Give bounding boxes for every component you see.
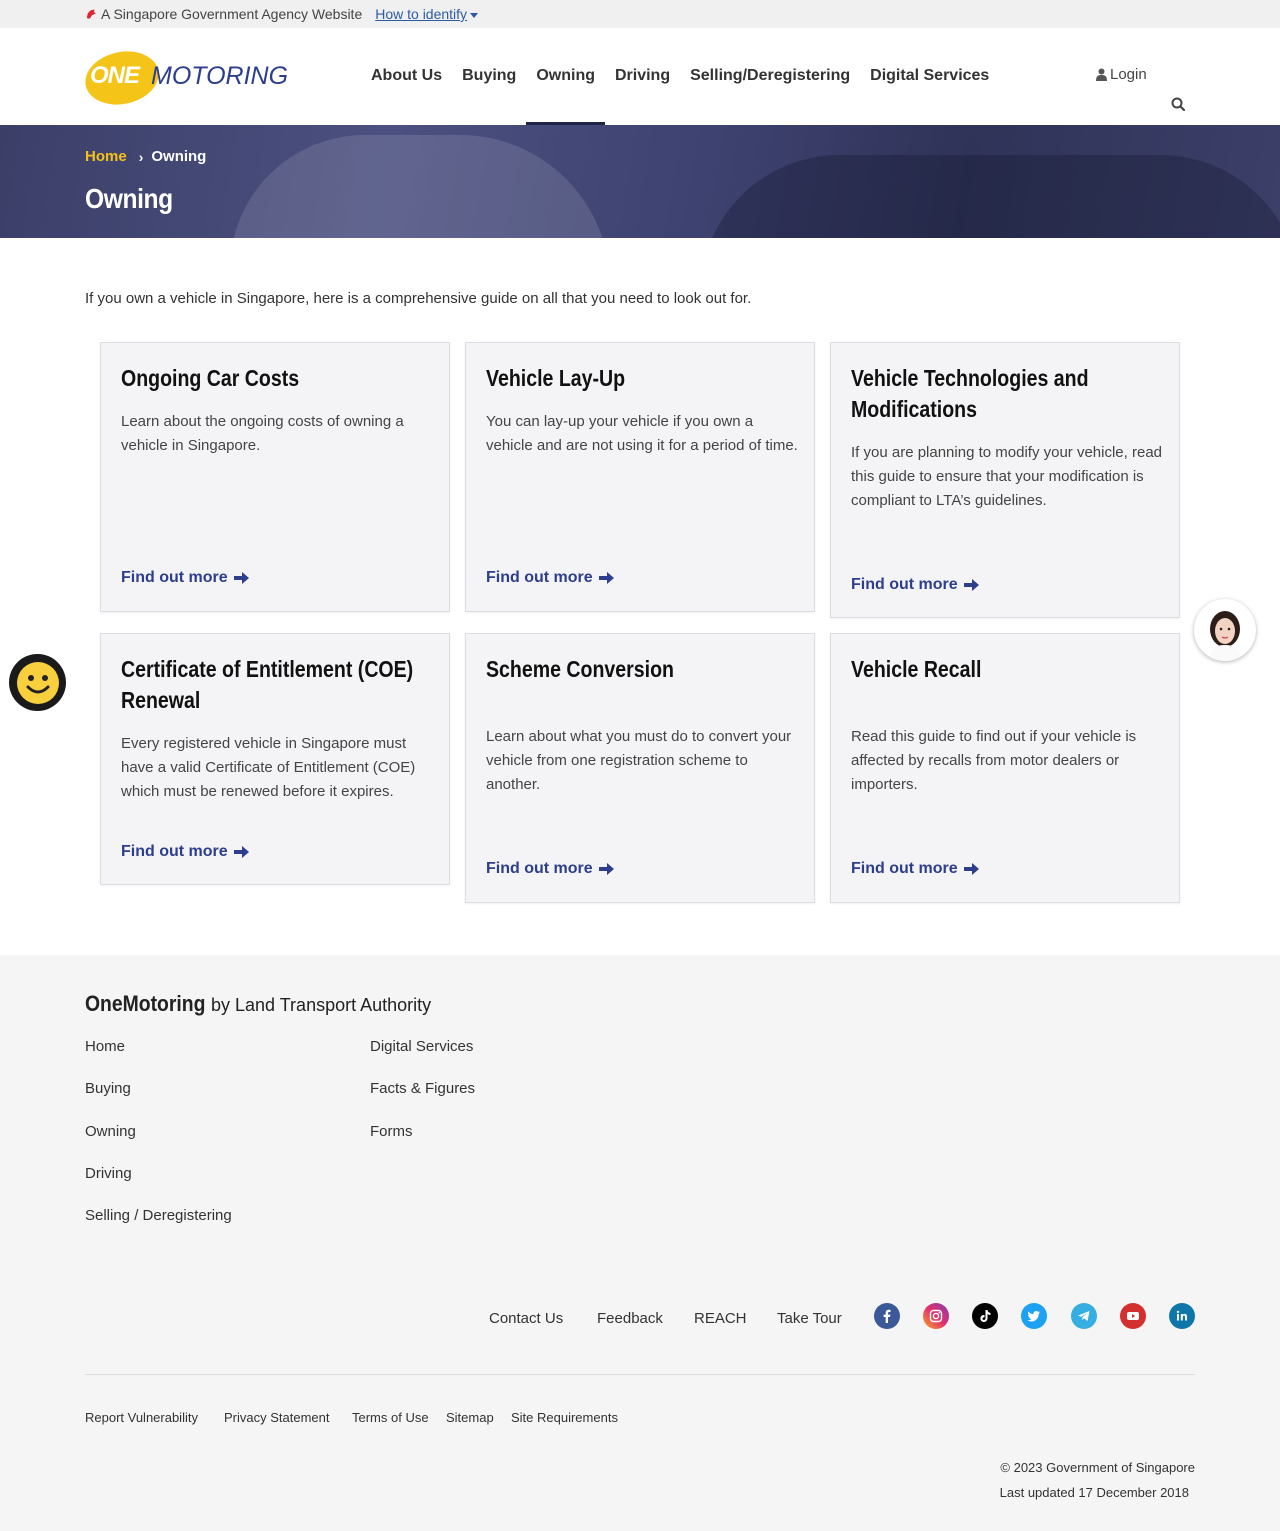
card-title: Ongoing Car Costs bbox=[121, 365, 300, 391]
nav-selling-deregistering[interactable]: Selling/Deregistering bbox=[680, 28, 860, 125]
twitter-icon[interactable] bbox=[1021, 1303, 1047, 1329]
search-icon[interactable] bbox=[1171, 97, 1185, 111]
find-out-more-link[interactable]: Find out more bbox=[486, 860, 614, 878]
onemotoring-logo[interactable]: ONE MOTORING bbox=[80, 44, 290, 112]
instagram-icon[interactable] bbox=[923, 1303, 949, 1329]
card-desc: Read this guide to find out if your vehi… bbox=[851, 728, 1137, 793]
telegram-icon[interactable] bbox=[1071, 1303, 1097, 1329]
footer-divider bbox=[85, 1374, 1195, 1375]
breadcrumb-home[interactable]: Home bbox=[85, 148, 127, 165]
nav-digital-services[interactable]: Digital Services bbox=[860, 28, 999, 125]
footer-link-facts-figures[interactable]: Facts & Figures bbox=[370, 1080, 475, 1097]
card-desc: Learn about what you must do to convert … bbox=[486, 728, 792, 793]
footer-brand-by: by Land Transport Authority bbox=[211, 995, 432, 1015]
find-out-more-link[interactable]: Find out more bbox=[851, 860, 979, 878]
nav-about-us[interactable]: About Us bbox=[361, 28, 452, 125]
footer-link-forms[interactable]: Forms bbox=[370, 1123, 413, 1140]
nav-owning[interactable]: Owning bbox=[526, 28, 605, 126]
card-scheme-conversion: Scheme Conversion Learn about what you m… bbox=[465, 633, 815, 903]
card-coe-renewal: Certificate of Entitlement (COE) Renewal… bbox=[100, 633, 450, 885]
last-updated-text: Last updated 17 December 2018 bbox=[999, 1485, 1189, 1500]
card-vehicle-technologies: Vehicle Technologies and Modifications I… bbox=[830, 342, 1180, 618]
footer-link-owning[interactable]: Owning bbox=[85, 1123, 136, 1140]
chevron-right-icon: › bbox=[138, 148, 144, 165]
banner-car-shape bbox=[700, 155, 1280, 238]
site-header: ONE MOTORING About Us Buying Owning Driv… bbox=[0, 28, 1280, 126]
footer-brand-name: OneMotoring bbox=[85, 991, 206, 1016]
card-desc: If you are planning to modify your vehic… bbox=[851, 444, 1163, 509]
page-banner: Home › Owning Owning bbox=[0, 125, 1280, 238]
card-desc: Learn about the ongoing costs of owning … bbox=[121, 413, 404, 454]
footer-link-digital-services[interactable]: Digital Services bbox=[370, 1038, 473, 1055]
caret-down-icon bbox=[470, 12, 479, 18]
find-out-more-link[interactable]: Find out more bbox=[121, 843, 249, 861]
legal-link-sitemap[interactable]: Sitemap bbox=[446, 1410, 494, 1425]
card-ongoing-car-costs: Ongoing Car Costs Learn about the ongoin… bbox=[100, 342, 450, 612]
card-title: Vehicle Lay-Up bbox=[486, 365, 626, 391]
main-nav: About Us Buying Owning Driving Selling/D… bbox=[361, 28, 999, 126]
legal-link-site-requirements[interactable]: Site Requirements bbox=[511, 1410, 618, 1425]
arrow-right-icon bbox=[233, 572, 249, 584]
card-title: Vehicle Recall bbox=[851, 656, 982, 682]
footer-link-reach[interactable]: REACH bbox=[694, 1310, 747, 1327]
youtube-icon[interactable] bbox=[1120, 1303, 1146, 1329]
breadcrumb-current: Owning bbox=[151, 148, 207, 165]
card-vehicle-lay-up: Vehicle Lay-Up You can lay-up your vehic… bbox=[465, 342, 815, 612]
breadcrumb: Home › Owning bbox=[85, 148, 206, 165]
logo-one-text: ONE bbox=[90, 62, 140, 89]
legal-link-terms-of-use[interactable]: Terms of Use bbox=[352, 1410, 429, 1425]
find-out-more-link[interactable]: Find out more bbox=[121, 569, 249, 587]
tiktok-icon[interactable] bbox=[972, 1303, 998, 1329]
footer-link-feedback[interactable]: Feedback bbox=[597, 1310, 663, 1327]
footer-copyright-block: © 2023 Government of Singapore Last upda… bbox=[1000, 1455, 1195, 1505]
arrow-right-icon bbox=[963, 579, 979, 591]
footer-link-take-tour[interactable]: Take Tour bbox=[777, 1310, 842, 1327]
logo-motoring-text: MOTORING bbox=[151, 62, 289, 90]
user-icon bbox=[1096, 68, 1107, 81]
site-footer: OneMotoring by Land Transport Authority … bbox=[0, 955, 1280, 1531]
arrow-right-icon bbox=[598, 863, 614, 875]
gov-masthead: A Singapore Government Agency Website Ho… bbox=[0, 0, 1280, 28]
card-vehicle-recall: Vehicle Recall Read this guide to find o… bbox=[830, 633, 1180, 903]
card-desc: Every registered vehicle in Singapore mu… bbox=[121, 735, 416, 800]
facebook-icon[interactable] bbox=[874, 1303, 900, 1329]
footer-link-driving[interactable]: Driving bbox=[85, 1165, 132, 1182]
how-to-identify-link[interactable]: How to identify bbox=[375, 6, 479, 22]
legal-link-privacy-statement[interactable]: Privacy Statement bbox=[224, 1410, 330, 1425]
footer-link-buying[interactable]: Buying bbox=[85, 1080, 131, 1097]
intro-text: If you own a vehicle in Singapore, here … bbox=[85, 290, 752, 307]
singapore-lion-icon bbox=[87, 9, 96, 19]
feedback-smiley-button[interactable] bbox=[9, 654, 66, 711]
legal-link-report-vulnerability[interactable]: Report Vulnerability bbox=[85, 1410, 198, 1425]
arrow-right-icon bbox=[598, 572, 614, 584]
banner-car-shape bbox=[230, 135, 610, 238]
card-title: Scheme Conversion bbox=[486, 656, 674, 682]
nav-driving[interactable]: Driving bbox=[605, 28, 680, 125]
chat-assistant-avatar[interactable] bbox=[1194, 599, 1256, 661]
page-title: Owning bbox=[85, 183, 173, 214]
gov-bar-text: A Singapore Government Agency Website bbox=[101, 6, 363, 22]
footer-link-selling[interactable]: Selling / Deregistering bbox=[85, 1207, 232, 1224]
assistant-avatar-icon bbox=[1196, 601, 1254, 661]
find-out-more-link[interactable]: Find out more bbox=[486, 569, 614, 587]
card-title: Vehicle Technologies and Modifications bbox=[851, 365, 1089, 422]
footer-link-home[interactable]: Home bbox=[85, 1038, 125, 1055]
linkedin-icon[interactable] bbox=[1169, 1303, 1195, 1329]
copyright-text: © 2023 Government of Singapore bbox=[1000, 1460, 1195, 1475]
nav-buying[interactable]: Buying bbox=[452, 28, 526, 125]
footer-link-contact-us[interactable]: Contact Us bbox=[489, 1310, 563, 1327]
footer-brand: OneMotoring by Land Transport Authority bbox=[85, 991, 431, 1017]
find-out-more-link[interactable]: Find out more bbox=[851, 576, 979, 594]
smiley-icon bbox=[16, 661, 59, 704]
arrow-right-icon bbox=[963, 863, 979, 875]
arrow-right-icon bbox=[233, 846, 249, 858]
card-title: Certificate of Entitlement (COE) Renewal bbox=[121, 656, 414, 713]
login-link[interactable]: Login bbox=[1096, 66, 1147, 83]
login-label: Login bbox=[1110, 66, 1147, 83]
card-desc: You can lay-up your vehicle if you own a… bbox=[486, 413, 798, 454]
